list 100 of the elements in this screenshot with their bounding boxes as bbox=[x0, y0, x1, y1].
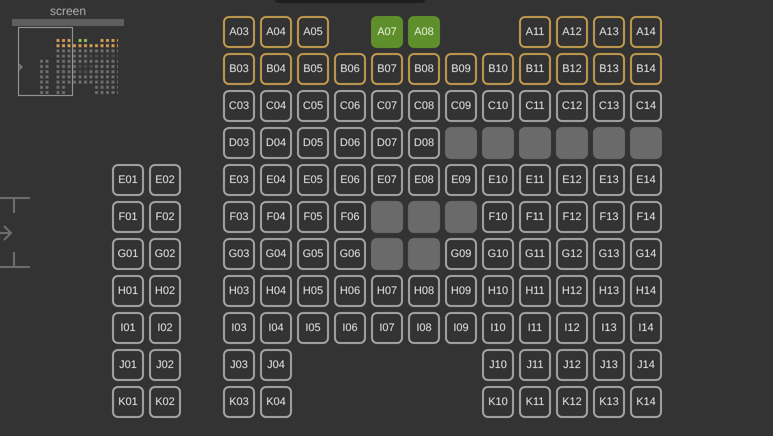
seat[interactable]: I14 bbox=[630, 312, 662, 344]
seat[interactable]: I06 bbox=[334, 312, 366, 344]
seat[interactable]: C04 bbox=[260, 90, 292, 122]
seat[interactable]: C09 bbox=[445, 90, 477, 122]
seat[interactable]: I05 bbox=[297, 312, 329, 344]
seat[interactable]: E08 bbox=[408, 164, 440, 196]
seat[interactable]: E05 bbox=[297, 164, 329, 196]
seat[interactable]: E09 bbox=[445, 164, 477, 196]
seat[interactable]: J14 bbox=[630, 349, 662, 381]
seat[interactable]: I04 bbox=[260, 312, 292, 344]
seat[interactable] bbox=[519, 127, 551, 159]
seat[interactable]: E10 bbox=[482, 164, 514, 196]
seat[interactable]: C12 bbox=[556, 90, 588, 122]
seat[interactable]: J01 bbox=[112, 349, 144, 381]
seat[interactable]: I11 bbox=[519, 312, 551, 344]
seat[interactable]: C07 bbox=[371, 90, 403, 122]
seat[interactable]: E04 bbox=[260, 164, 292, 196]
seat[interactable] bbox=[445, 127, 477, 159]
seat[interactable]: F06 bbox=[334, 201, 366, 233]
seat[interactable]: C03 bbox=[223, 90, 255, 122]
seat[interactable]: H02 bbox=[149, 275, 181, 307]
seat[interactable]: E07 bbox=[371, 164, 403, 196]
seat[interactable]: F13 bbox=[593, 201, 625, 233]
seat[interactable]: C14 bbox=[630, 90, 662, 122]
seat[interactable]: I01 bbox=[112, 312, 144, 344]
seat[interactable]: D07 bbox=[371, 127, 403, 159]
seat[interactable]: A13 bbox=[593, 16, 625, 48]
seat[interactable]: K02 bbox=[149, 386, 181, 418]
seat[interactable]: B14 bbox=[630, 53, 662, 85]
seat[interactable]: F02 bbox=[149, 201, 181, 233]
seat[interactable]: K13 bbox=[593, 386, 625, 418]
seat[interactable]: G12 bbox=[556, 238, 588, 270]
seat[interactable]: F11 bbox=[519, 201, 551, 233]
seat[interactable]: G02 bbox=[149, 238, 181, 270]
seat[interactable]: K01 bbox=[112, 386, 144, 418]
seat[interactable] bbox=[445, 201, 477, 233]
seat[interactable]: H03 bbox=[223, 275, 255, 307]
seat[interactable]: K10 bbox=[482, 386, 514, 418]
seat[interactable]: E06 bbox=[334, 164, 366, 196]
seat[interactable]: E13 bbox=[593, 164, 625, 196]
seat[interactable]: H01 bbox=[112, 275, 144, 307]
seat[interactable]: A14 bbox=[630, 16, 662, 48]
seat[interactable]: D04 bbox=[260, 127, 292, 159]
seat[interactable]: G10 bbox=[482, 238, 514, 270]
seat[interactable]: I13 bbox=[593, 312, 625, 344]
seat[interactable]: G04 bbox=[260, 238, 292, 270]
seat[interactable] bbox=[371, 238, 403, 270]
seat[interactable]: J13 bbox=[593, 349, 625, 381]
seat[interactable]: J04 bbox=[260, 349, 292, 381]
seat[interactable] bbox=[408, 238, 440, 270]
seat[interactable]: A04 bbox=[260, 16, 292, 48]
seat[interactable]: D03 bbox=[223, 127, 255, 159]
seat[interactable]: E02 bbox=[149, 164, 181, 196]
seat[interactable]: K12 bbox=[556, 386, 588, 418]
seat[interactable] bbox=[630, 127, 662, 159]
seat[interactable] bbox=[593, 127, 625, 159]
seat[interactable]: H13 bbox=[593, 275, 625, 307]
seat[interactable]: J12 bbox=[556, 349, 588, 381]
seat[interactable]: C08 bbox=[408, 90, 440, 122]
seat[interactable]: F12 bbox=[556, 201, 588, 233]
seat[interactable]: I12 bbox=[556, 312, 588, 344]
seat[interactable]: B07 bbox=[371, 53, 403, 85]
seat[interactable]: F04 bbox=[260, 201, 292, 233]
seat[interactable]: J02 bbox=[149, 349, 181, 381]
seat[interactable]: C11 bbox=[519, 90, 551, 122]
seat[interactable]: B11 bbox=[519, 53, 551, 85]
seat[interactable]: G06 bbox=[334, 238, 366, 270]
seat[interactable]: K03 bbox=[223, 386, 255, 418]
seat[interactable]: E01 bbox=[112, 164, 144, 196]
seat[interactable]: D08 bbox=[408, 127, 440, 159]
seat[interactable]: H11 bbox=[519, 275, 551, 307]
seat[interactable]: F10 bbox=[482, 201, 514, 233]
seat[interactable]: B05 bbox=[297, 53, 329, 85]
seat[interactable]: F14 bbox=[630, 201, 662, 233]
seat[interactable]: J11 bbox=[519, 349, 551, 381]
seat[interactable] bbox=[482, 127, 514, 159]
seat[interactable]: B08 bbox=[408, 53, 440, 85]
seat[interactable]: K04 bbox=[260, 386, 292, 418]
seat[interactable]: C06 bbox=[334, 90, 366, 122]
seat[interactable]: J03 bbox=[223, 349, 255, 381]
seat[interactable]: K11 bbox=[519, 386, 551, 418]
seat[interactable]: F03 bbox=[223, 201, 255, 233]
seat[interactable]: H14 bbox=[630, 275, 662, 307]
seat[interactable]: A11 bbox=[519, 16, 551, 48]
seat[interactable]: G09 bbox=[445, 238, 477, 270]
seat[interactable]: I07 bbox=[371, 312, 403, 344]
seat[interactable]: I03 bbox=[223, 312, 255, 344]
seat[interactable]: H10 bbox=[482, 275, 514, 307]
seat[interactable]: H06 bbox=[334, 275, 366, 307]
seat[interactable]: G13 bbox=[593, 238, 625, 270]
seat[interactable]: I10 bbox=[482, 312, 514, 344]
seat[interactable]: H08 bbox=[408, 275, 440, 307]
seat[interactable]: D06 bbox=[334, 127, 366, 159]
seat[interactable]: E12 bbox=[556, 164, 588, 196]
seat[interactable]: H09 bbox=[445, 275, 477, 307]
seat[interactable]: B12 bbox=[556, 53, 588, 85]
seat[interactable] bbox=[556, 127, 588, 159]
seat[interactable]: E03 bbox=[223, 164, 255, 196]
seat[interactable]: G14 bbox=[630, 238, 662, 270]
seat[interactable]: F01 bbox=[112, 201, 144, 233]
